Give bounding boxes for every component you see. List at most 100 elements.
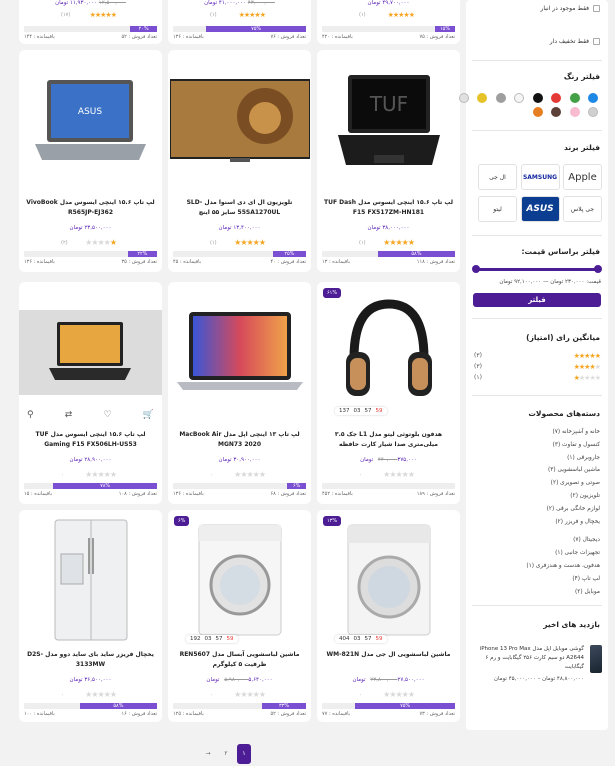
checkbox-box[interactable] [593, 38, 600, 45]
product-card[interactable]: ⚲ ⇄ ♡ 🛒 لپ تاپ ۱۵.۶ اینچی ایسوس مدل TUF Gami… [19, 282, 162, 504]
product-image[interactable] [174, 520, 305, 645]
cart-icon[interactable]: 🛒 [143, 410, 154, 420]
product-image[interactable]: TUF [323, 60, 454, 185]
page-next[interactable]: → [201, 744, 215, 764]
discount-badge: ۱۳% [323, 516, 342, 526]
category-item[interactable]: موبایل (۲) [575, 589, 600, 595]
progress-fill: ۱۵% [435, 26, 455, 32]
product-card[interactable]: ASUS لپ تاپ ۱۵.۶ اینچی ایسوس مدل VivoBook… [19, 50, 162, 272]
color-swatch[interactable] [532, 107, 543, 117]
product-title[interactable]: هدفون بلوتوثی لیتو مدل L1 جک ۳.۵ میلی‌مت… [322, 430, 455, 450]
color-swatch[interactable] [514, 93, 524, 103]
sales-meta: تعداد فروش : ۵۲ باقیمانده : ۱۲۵ [173, 711, 306, 717]
product-card[interactable]: ۱۲,۵۰۰,۰۰۰ ۱۱,۹۳۰,۰۰۰ تومان ★★★★★ (۱۷) ۲۰% ت… [19, 0, 162, 44]
color-swatch[interactable] [551, 107, 561, 117]
in-stock-checkbox[interactable]: فقط موجود در انبار [540, 5, 600, 12]
product-image[interactable] [323, 292, 454, 417]
category-item[interactable]: خانه و آشپزخانه (۷) [552, 429, 600, 435]
color-swatch[interactable] [477, 93, 487, 103]
progress-fill: ۷۸% [53, 483, 157, 489]
discount-label: فقط تخفیف دار [549, 38, 589, 45]
page-2[interactable]: ۲ [219, 744, 233, 764]
product-image[interactable]: ASUS [25, 60, 156, 185]
product-title[interactable]: لپ تاپ ۱۵.۶ اینچی ایسوس مدل VivoBook R56… [24, 198, 157, 218]
product-title[interactable]: ماشین لباسشویی ال جی مدل WM-821N [322, 650, 455, 660]
price-slider[interactable] [472, 265, 602, 273]
product-card[interactable]: یخچال فریزر ساید بای ساید دوو مدل D2S-31… [19, 510, 162, 722]
recent-title: بازدید های اخیر [543, 620, 600, 629]
old-price: ۵,۹۸۰,۰۰۰ [224, 677, 249, 683]
product-title[interactable]: لپ تاپ ۱۳ اینچی اپل مدل MacBook Air MGN7… [173, 430, 306, 450]
product-title[interactable]: لپ تاپ ۱۵.۶ اینچی ایسوس مدل TUF Dash F15… [322, 198, 455, 218]
brand-option[interactable]: جی پلاس [563, 196, 602, 222]
filter-button[interactable]: فیلتر [473, 293, 601, 307]
product-image[interactable] [174, 292, 305, 417]
color-swatch[interactable] [588, 107, 598, 117]
category-item[interactable]: ماشین لباسشویی (۳) [548, 467, 600, 473]
rating-filter-option[interactable]: (۳) ★★★★★ [474, 352, 601, 360]
product-card[interactable]: ۶۱% 137 03 57 59 هدفون بلوتوثی لیتو مدل L1 جک… [317, 282, 460, 504]
category-item[interactable]: هدفون، هدست و هندزفری (۱) [526, 563, 600, 569]
sales-meta: تعداد فروش : ۳۵ باقیمانده : ۱۳۶ [24, 259, 157, 265]
product-title[interactable]: تلویزیون ال ای دی اسنوا مدل SLD-55SA1270… [173, 198, 306, 218]
brand-option[interactable]: SAMSUNG [520, 164, 560, 190]
page-1[interactable]: ۱ [237, 744, 251, 764]
product-card[interactable]: ۱۳% 404 03 57 59 ماشین لباسشویی ال جی مدل WM-… [317, 510, 460, 722]
product-card[interactable]: تلویزیون ال ای دی اسنوا مدل SLD-55SA1270… [168, 50, 311, 272]
heart-icon[interactable]: ♡ [104, 410, 112, 420]
brand-option[interactable]: Apple [563, 164, 602, 190]
product-title[interactable]: ماشین لباسشویی آبسال مدل REN5607 ظرفیت ۵… [173, 650, 306, 670]
category-item[interactable]: یخچال و فریزر (۲) [555, 519, 600, 525]
recent-product-title[interactable]: گوشی موبایل اپل مدل iPhone 13 Pro Max A2… [472, 645, 584, 672]
category-item[interactable]: دیجیتال (۷) [573, 537, 600, 543]
laptop-dark-icon: TUF [334, 73, 444, 172]
rating-stars: ★★★★★ [238, 11, 266, 19]
category-item[interactable]: کنسول و تفاوت (۳) [553, 442, 600, 448]
rating-count: ۰ [210, 472, 213, 478]
product-card[interactable]: ۴۳,۰۰۰,۰۰۰ ۴۱,۰۰۰,۰۰۰ تومان ★★★★★ (۱) ۷۵% تع… [168, 0, 311, 44]
search-icon[interactable]: ⚲ [27, 410, 34, 420]
color-swatch[interactable] [569, 93, 580, 103]
filter-sidebar: فقط موجود در انبار فقط تخفیف دار فیلتر ر… [458, 0, 608, 730]
slider-handle-max[interactable] [594, 265, 602, 273]
recent-product[interactable]: گوشی موبایل اپل مدل iPhone 13 Pro Max A2… [472, 645, 602, 685]
product-card[interactable]: ۴۹,۷۰۰,۰۰۰ تومان ★★★★★ (۱) ۱۵% تعداد فروش : … [317, 0, 460, 44]
divider [472, 60, 602, 61]
checkbox-box[interactable] [593, 5, 600, 12]
product-image[interactable] [19, 292, 162, 417]
color-swatch[interactable] [495, 93, 506, 103]
remaining-count: باقیمانده : ۴۵ [173, 259, 202, 265]
color-swatch[interactable] [588, 93, 598, 103]
category-item[interactable]: تجهیزات جانبی (۱) [555, 550, 600, 556]
product-title[interactable]: یخچال فریزر ساید بای ساید دوو مدل D2S-31… [24, 650, 157, 670]
product-title[interactable]: لپ تاپ ۱۵.۶ اینچی ایسوس مدل TUF Gaming F… [24, 430, 157, 450]
rating-filter-title: میانگین رای (امتیاز) [526, 333, 600, 342]
category-item[interactable]: لپ تاپ (۴) [572, 576, 600, 582]
product-image[interactable] [168, 60, 311, 185]
color-swatch[interactable] [532, 93, 543, 103]
color-swatch[interactable] [458, 93, 469, 103]
compare-icon[interactable]: ⇄ [65, 410, 73, 420]
brand-option[interactable]: ال جی [478, 164, 517, 190]
brand-option[interactable]: ASUS [520, 196, 560, 222]
discount-badge: ۶۱% [323, 288, 342, 298]
rating-filter-option[interactable]: (۳) ★★★★★ [474, 363, 601, 371]
category-item[interactable]: جاروبرقی (۱) [567, 455, 600, 461]
category-item[interactable]: لوازم خانگی برقی (۲) [547, 506, 600, 512]
product-image[interactable] [25, 519, 156, 645]
slider-handle-min[interactable] [472, 265, 480, 273]
timer-minutes: 57 [364, 408, 372, 414]
product-card[interactable]: ۶% 192 03 57 59 ماشین لباسشویی آبسال مدل REN5… [168, 510, 311, 722]
product-image[interactable] [323, 520, 454, 645]
sales-progress: ۲۰% [24, 26, 157, 32]
color-swatch[interactable] [569, 107, 580, 117]
discount-checkbox[interactable]: فقط تخفیف دار [550, 38, 600, 45]
remaining-count: باقیمانده : ۴۵۲ [322, 491, 353, 497]
brand-option[interactable]: لیتو [478, 196, 517, 222]
product-card[interactable]: لپ تاپ ۱۳ اینچی اپل مدل MacBook Air MGN7… [168, 282, 311, 504]
category-item[interactable]: صوتی و تصویری (۲) [551, 480, 600, 486]
color-swatch[interactable] [551, 93, 561, 103]
category-item[interactable]: تلویزیون (۲) [570, 493, 600, 499]
product-card[interactable]: TUF لپ تاپ ۱۵.۶ اینچی ایسوس مدل TUF Dash … [317, 50, 460, 272]
rating-filter-option[interactable]: (۱) ★★★★★ [474, 374, 601, 382]
